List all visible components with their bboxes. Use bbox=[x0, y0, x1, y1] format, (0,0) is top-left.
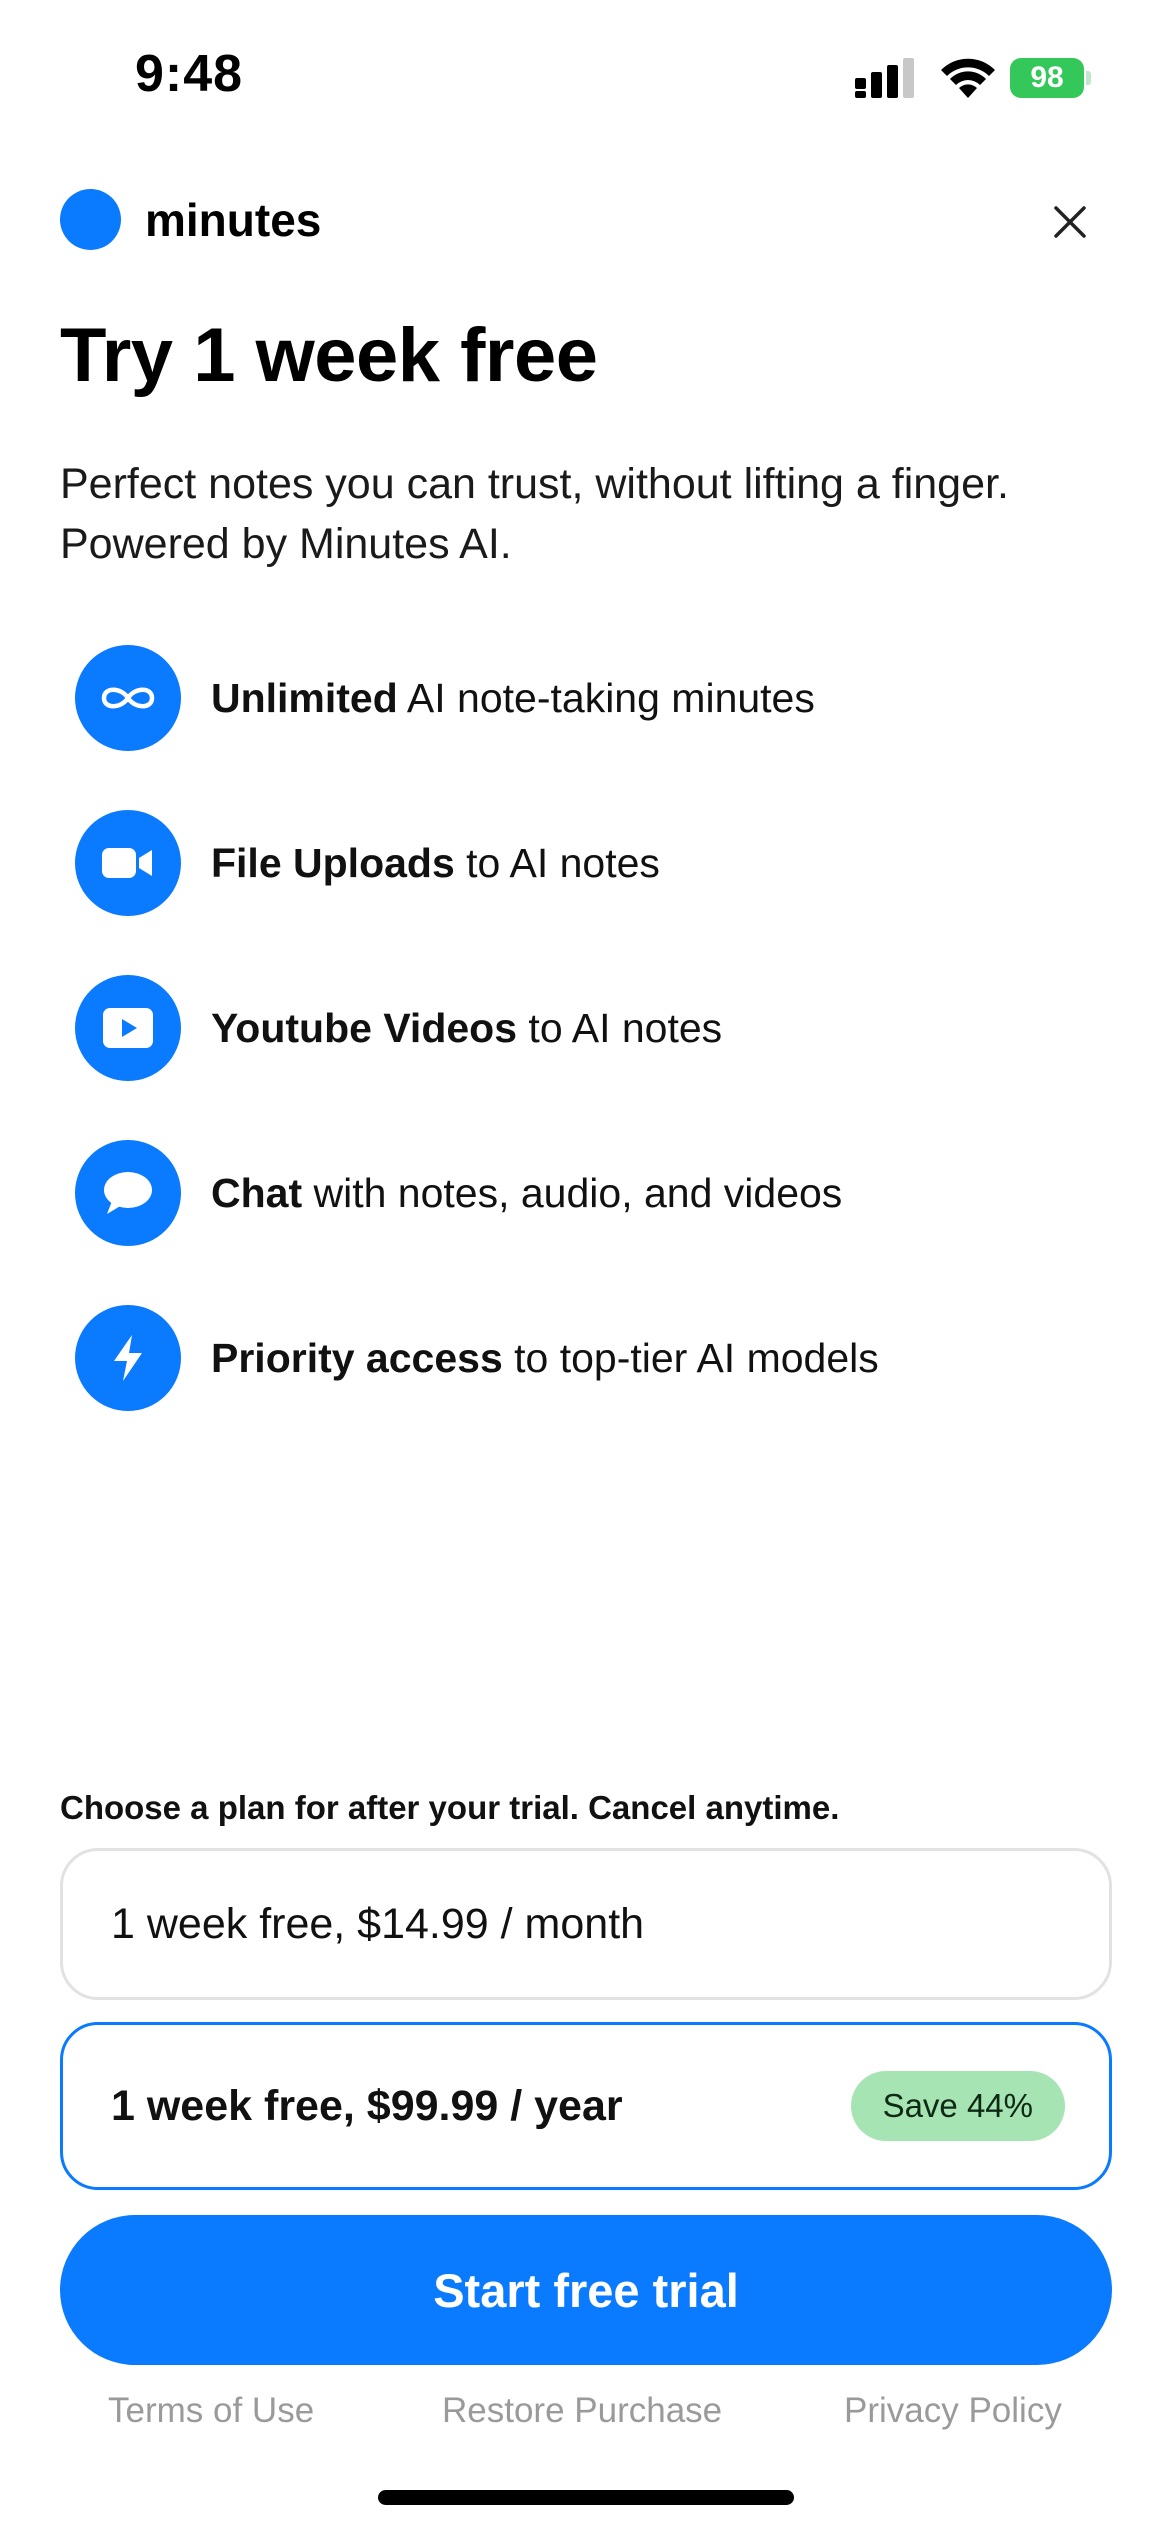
wifi-icon bbox=[941, 58, 995, 98]
feature-file-uploads: File Uploads to AI notes bbox=[75, 810, 1125, 916]
feature-text: Youtube Videos to AI notes bbox=[211, 1004, 723, 1051]
close-button[interactable] bbox=[1040, 192, 1100, 252]
plan-option-monthly[interactable]: 1 week free, $14.99 / month bbox=[60, 1848, 1112, 2000]
brand-logo bbox=[60, 189, 121, 250]
battery-charging-icon: 98 bbox=[1010, 58, 1092, 98]
save-badge: Save 44% bbox=[850, 2071, 1065, 2141]
feature-priority-access: Priority access to top-tier AI models bbox=[75, 1305, 1125, 1411]
start-free-trial-button[interactable]: Start free trial bbox=[60, 2215, 1112, 2365]
privacy-policy-link[interactable]: Privacy Policy bbox=[844, 2386, 1062, 2436]
plan-label: 1 week free, $99.99 / year bbox=[111, 2081, 623, 2130]
page-title: Try 1 week free bbox=[60, 313, 598, 398]
plan-option-yearly[interactable]: 1 week free, $99.99 / year Save 44% bbox=[60, 2022, 1112, 2190]
plan-caption: Choose a plan for after your trial. Canc… bbox=[60, 1789, 840, 1826]
battery-level: 98 bbox=[1030, 61, 1064, 94]
page-subtitle: Perfect notes you can trust, without lif… bbox=[60, 460, 1009, 568]
close-icon bbox=[1054, 206, 1086, 238]
chat-bubble-icon bbox=[75, 1140, 181, 1246]
play-icon bbox=[75, 975, 181, 1081]
cellular-signal-icon bbox=[855, 58, 914, 98]
feature-unlimited: Unlimited AI note-taking minutes bbox=[75, 645, 1125, 751]
feature-text: Chat with notes, audio, and videos bbox=[211, 1169, 843, 1216]
terms-of-use-link[interactable]: Terms of Use bbox=[108, 2386, 314, 2436]
feature-text: File Uploads to AI notes bbox=[211, 839, 660, 886]
feature-text: Priority access to top-tier AI models bbox=[211, 1334, 879, 1381]
feature-chat: Chat with notes, audio, and videos bbox=[75, 1140, 1125, 1246]
feature-text: Unlimited AI note-taking minutes bbox=[211, 674, 815, 721]
restore-purchase-link[interactable]: Restore Purchase bbox=[442, 2386, 722, 2436]
status-time: 9:48 bbox=[135, 45, 244, 103]
infinity-icon bbox=[75, 645, 181, 751]
plan-label: 1 week free, $14.99 / month bbox=[111, 1899, 645, 1948]
lightning-bolt-icon bbox=[75, 1305, 181, 1411]
brand-name: minutes bbox=[145, 194, 322, 246]
home-indicator[interactable] bbox=[378, 2490, 794, 2505]
feature-youtube-videos: Youtube Videos to AI notes bbox=[75, 975, 1125, 1081]
video-camera-icon bbox=[75, 810, 181, 916]
status-bar: 9:48 98 bbox=[0, 0, 1170, 150]
